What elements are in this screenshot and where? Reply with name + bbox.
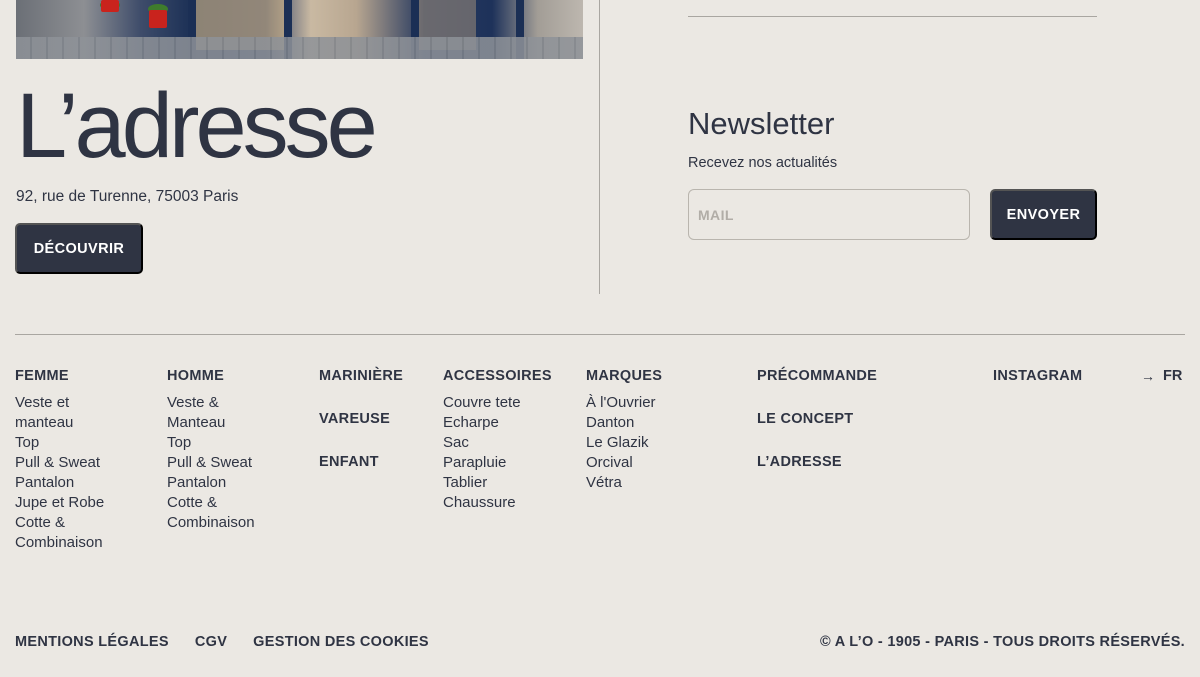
store-title: L’adresse bbox=[16, 75, 378, 177]
footer-link[interactable]: Sac bbox=[443, 433, 552, 453]
newsletter-title: Newsletter bbox=[688, 106, 835, 141]
instagram-link[interactable]: INSTAGRAM bbox=[993, 366, 1082, 386]
homme-links: Veste & Manteau Top Pull & Sweat Pantalo… bbox=[167, 393, 297, 533]
footer-link[interactable]: Cotte & Combinaison bbox=[167, 493, 277, 533]
footer-link[interactable]: Pull & Sweat bbox=[167, 453, 297, 473]
footer-link[interactable]: Top bbox=[15, 433, 155, 453]
footer-link[interactable]: Veste & Manteau bbox=[167, 393, 247, 433]
footer-link[interactable]: Tablier bbox=[443, 473, 552, 493]
footer-heading-homme[interactable]: HOMME bbox=[167, 366, 297, 386]
footer-col-homme: HOMME Veste & Manteau Top Pull & Sweat P… bbox=[167, 366, 297, 533]
email-field[interactable] bbox=[688, 189, 970, 240]
language-label: FR bbox=[1163, 368, 1183, 384]
femme-links: Veste et manteau Top Pull & Sweat Pantal… bbox=[15, 393, 155, 553]
cgv-link[interactable]: CGV bbox=[195, 632, 227, 652]
footer-link-precommande[interactable]: PRÉCOMMANDE bbox=[757, 366, 877, 386]
footer-link[interactable]: Pantalon bbox=[15, 473, 155, 493]
footer-heading-marques[interactable]: MARQUES bbox=[586, 366, 662, 386]
footer-link[interactable]: Jupe et Robe bbox=[15, 493, 155, 513]
footer-link[interactable]: À l'Ouvrier bbox=[586, 393, 662, 413]
footer-link[interactable]: Echarpe bbox=[443, 413, 552, 433]
footer-link[interactable]: Vétra bbox=[586, 473, 662, 493]
footer-col-marques: MARQUES À l'Ouvrier Danton Le Glazik Orc… bbox=[586, 366, 662, 493]
storefront-photo bbox=[16, 0, 583, 59]
newsletter-subtitle: Recevez nos actualités bbox=[688, 155, 838, 171]
footer-link[interactable]: Pantalon bbox=[167, 473, 297, 493]
newsletter-top-divider bbox=[688, 16, 1097, 17]
footer-col-social: INSTAGRAM bbox=[993, 366, 1082, 409]
footer-heading-femme[interactable]: FEMME bbox=[15, 366, 155, 386]
footer-col-info: PRÉCOMMANDE LE CONCEPT L’ADRESSE bbox=[757, 366, 877, 495]
footer-link[interactable]: Veste et manteau bbox=[15, 393, 95, 433]
mentions-legales-link[interactable]: MENTIONS LÉGALES bbox=[15, 632, 169, 652]
footer-link[interactable]: Le Glazik bbox=[586, 433, 662, 453]
footer-link[interactable]: Couvre tete bbox=[443, 393, 552, 413]
footer-link[interactable]: Parapluie bbox=[443, 453, 552, 473]
footer-link-mariniere[interactable]: MARINIÈRE bbox=[319, 366, 403, 386]
footer-col-categories: MARINIÈRE VAREUSE ENFANT bbox=[319, 366, 403, 495]
footer-link[interactable]: Pull & Sweat bbox=[15, 453, 155, 473]
footer-link[interactable]: Danton bbox=[586, 413, 662, 433]
send-button[interactable]: ENVOYER bbox=[990, 189, 1097, 240]
footer-heading-accessoires[interactable]: ACCESSOIRES bbox=[443, 366, 552, 386]
footer-link[interactable]: Top bbox=[167, 433, 297, 453]
arrow-right-icon: → bbox=[1141, 368, 1155, 384]
footer-link[interactable]: Orcival bbox=[586, 453, 662, 473]
cookies-link[interactable]: GESTION DES COOKIES bbox=[253, 632, 429, 652]
marques-links: À l'Ouvrier Danton Le Glazik Orcival Vét… bbox=[586, 393, 662, 493]
column-divider bbox=[599, 0, 600, 294]
footer-link[interactable]: Cotte & Combinaison bbox=[15, 513, 115, 553]
footer-col-femme: FEMME Veste et manteau Top Pull & Sweat … bbox=[15, 366, 155, 553]
footer-col-accessoires: ACCESSOIRES Couvre tete Echarpe Sac Para… bbox=[443, 366, 552, 513]
footer-link-adresse[interactable]: L’ADRESSE bbox=[757, 452, 877, 472]
footer-link-enfant[interactable]: ENFANT bbox=[319, 452, 403, 472]
store-address: 92, rue de Turenne, 75003 Paris bbox=[16, 188, 239, 205]
legal-links: MENTIONS LÉGALES CGV GESTION DES COOKIES bbox=[15, 632, 429, 652]
copyright: © A L’O - 1905 - PARIS - TOUS DROITS RÉS… bbox=[819, 634, 1185, 650]
accessoires-links: Couvre tete Echarpe Sac Parapluie Tablie… bbox=[443, 393, 552, 513]
footer-link[interactable]: Chaussure bbox=[443, 493, 552, 513]
discover-button[interactable]: DÉCOUVRIR bbox=[15, 223, 143, 274]
footer-link-concept[interactable]: LE CONCEPT bbox=[757, 409, 877, 429]
footer-divider bbox=[15, 334, 1185, 335]
footer-link-vareuse[interactable]: VAREUSE bbox=[319, 409, 403, 429]
language-switcher[interactable]: → FR bbox=[1141, 366, 1182, 386]
